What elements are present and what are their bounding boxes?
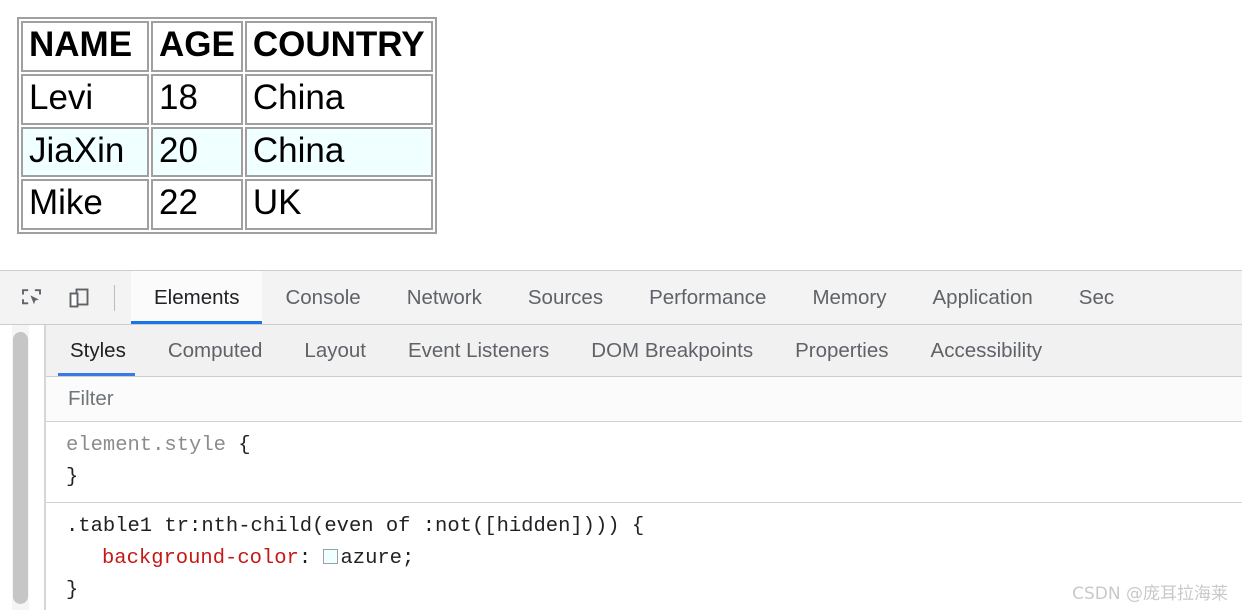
data-table: NAME AGE COUNTRY Levi 18 China JiaXin 20…: [17, 17, 437, 235]
devtools-left-gutter: [0, 325, 45, 610]
tab-label: Memory: [812, 285, 887, 309]
declaration-property[interactable]: background-color: [102, 547, 299, 570]
subtab-label: Layout: [304, 338, 366, 362]
tab-console[interactable]: Console: [262, 271, 383, 324]
tab-label: Elements: [154, 285, 240, 309]
rule-open-brace: {: [631, 515, 645, 538]
subtab-event-listeners[interactable]: Event Listeners: [387, 325, 570, 376]
cell-age: 18: [151, 73, 243, 125]
tab-label: Sources: [527, 285, 604, 309]
tab-label: Application: [932, 285, 1033, 309]
column-header-country: COUNTRY: [244, 21, 433, 72]
rule-selector[interactable]: element.style: [66, 434, 226, 457]
subtab-computed[interactable]: Computed: [147, 325, 284, 376]
rendered-page-area: NAME AGE COUNTRY Levi 18 China JiaXin 20…: [0, 0, 1242, 270]
subtab-label: Event Listeners: [407, 338, 550, 362]
inspect-element-icon[interactable]: [15, 281, 49, 315]
tab-label: Performance: [649, 285, 767, 309]
styles-panel: Styles Computed Layout Event Listeners D…: [45, 325, 1242, 610]
declaration-terminator: ;: [401, 547, 415, 570]
column-header-name: NAME: [21, 21, 149, 72]
css-rule-element-style[interactable]: element.style { }: [46, 422, 1242, 503]
color-swatch-icon[interactable]: [323, 549, 339, 564]
declaration-value[interactable]: azure: [340, 547, 402, 570]
tab-security[interactable]: Sec: [1056, 271, 1137, 324]
rule-close-brace: }: [66, 579, 79, 602]
subtab-label: DOM Breakpoints: [591, 338, 754, 362]
device-toolbar-icon[interactable]: [62, 281, 96, 315]
styles-filter-row: [46, 377, 1242, 422]
subtab-accessibility[interactable]: Accessibility: [910, 325, 1064, 376]
tab-elements[interactable]: Elements: [131, 271, 263, 324]
table-body: Levi 18 China JiaXin 20 China Mike 22 UK: [21, 73, 433, 231]
table-head: NAME AGE COUNTRY: [21, 21, 433, 72]
declaration-separator: :: [298, 547, 312, 570]
cell-name: Levi: [21, 73, 149, 125]
styles-sub-tabs: Styles Computed Layout Event Listeners D…: [46, 325, 1242, 377]
devtools-toolbar: Elements Console Network Sources Perform…: [0, 271, 1242, 325]
cell-name: Mike: [21, 179, 149, 231]
table-row: Levi 18 China: [21, 73, 433, 125]
table-header-row: NAME AGE COUNTRY: [21, 21, 433, 72]
cell-age: 22: [151, 179, 243, 231]
scrollbar-thumb[interactable]: [13, 332, 28, 604]
toolbar-divider: [114, 284, 115, 311]
filter-input[interactable]: [46, 387, 1242, 411]
subtab-properties[interactable]: Properties: [774, 325, 909, 376]
css-declaration-background-color[interactable]: background-color: azure;: [66, 543, 1242, 575]
cell-age: 20: [151, 126, 243, 178]
subtab-label: Styles: [70, 338, 126, 362]
subtab-layout[interactable]: Layout: [283, 325, 387, 376]
tab-sources[interactable]: Sources: [505, 271, 626, 324]
column-header-age: AGE: [151, 21, 243, 72]
tab-memory[interactable]: Memory: [789, 271, 909, 324]
tab-performance[interactable]: Performance: [626, 271, 789, 324]
tab-application[interactable]: Application: [910, 271, 1056, 324]
subtab-label: Properties: [795, 338, 889, 362]
tab-label: Console: [285, 285, 361, 309]
tab-network[interactable]: Network: [384, 271, 505, 324]
subtab-styles[interactable]: Styles: [46, 325, 147, 376]
cell-country: China: [244, 126, 433, 178]
vertical-scrollbar[interactable]: [12, 325, 29, 610]
rule-open-brace: {: [238, 434, 251, 457]
subtab-label: Computed: [167, 338, 263, 362]
tab-label: Network: [406, 285, 482, 309]
rule-close-brace: }: [66, 466, 79, 489]
devtools-panel: Elements Console Network Sources Perform…: [0, 270, 1242, 610]
tab-label: Sec: [1078, 285, 1115, 309]
cell-country: China: [244, 73, 433, 125]
cell-name: JiaXin: [21, 126, 149, 178]
rule-selector[interactable]: .table1 tr:nth-child(even of :not([hidde…: [66, 515, 620, 538]
devtools-body: Styles Computed Layout Event Listeners D…: [0, 325, 1242, 610]
css-rule-table1-nth-child[interactable]: .table1 tr:nth-child(even of :not([hidde…: [46, 503, 1242, 610]
table-row-highlighted: JiaXin 20 China: [21, 126, 433, 178]
rule-selector-line: element.style {: [66, 430, 1242, 462]
devtools-main-tabs: Elements Console Network Sources Perform…: [131, 271, 1242, 324]
cell-country: UK: [244, 179, 433, 231]
rule-selector-line: .table1 tr:nth-child(even of :not([hidde…: [66, 511, 1242, 543]
subtab-dom-breakpoints[interactable]: DOM Breakpoints: [570, 325, 774, 376]
subtab-label: Accessibility: [930, 338, 1043, 362]
table-row: Mike 22 UK: [21, 179, 433, 231]
